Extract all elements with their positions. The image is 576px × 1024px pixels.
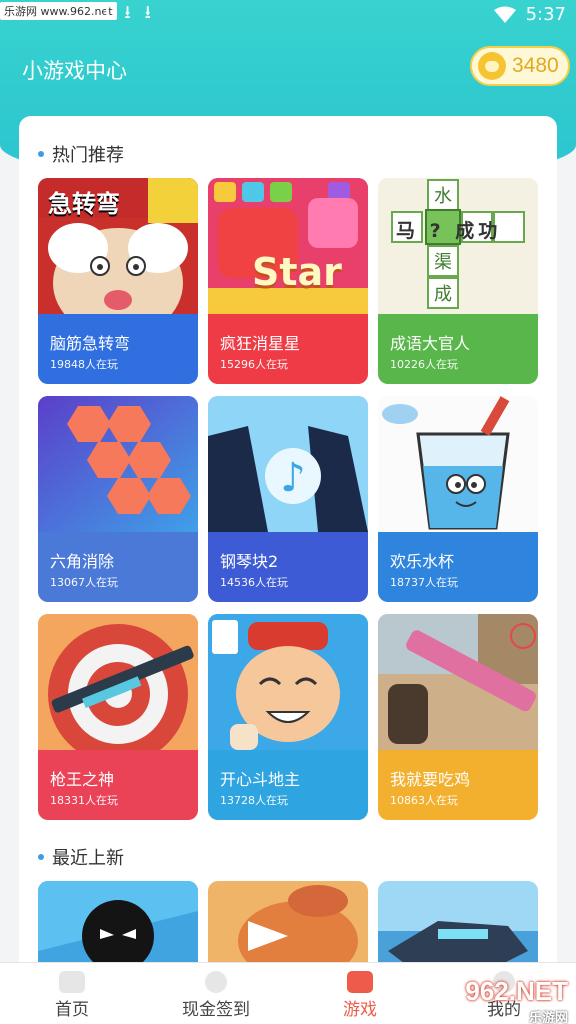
game-tile-recent[interactable]	[38, 881, 198, 971]
site-watermark: 962.NET 乐游网	[465, 976, 568, 1024]
game-art-stickman	[38, 881, 198, 971]
svg-text:♪: ♪	[280, 455, 306, 501]
section-recent-title: 最近上新	[52, 848, 124, 869]
game-tile-landlord[interactable]: 开心斗地主 13728人在玩	[208, 614, 368, 820]
nav-games[interactable]: 游戏	[288, 963, 432, 1024]
game-info: 开心斗地主 13728人在玩	[208, 750, 368, 820]
game-info: 脑筋急转弯 19848人在玩	[38, 314, 198, 384]
bullet-dot	[38, 151, 44, 157]
game-art-chicken-dinner	[378, 614, 538, 750]
game-art-brain-teaser: 急转弯	[38, 178, 198, 314]
game-info: 钢琴块2 14536人在玩	[208, 532, 368, 602]
coin-bag-icon	[478, 52, 506, 80]
game-info: 疯狂消星星 15296人在玩	[208, 314, 368, 384]
game-tile-water-cup[interactable]: 欢乐水杯 18737人在玩	[378, 396, 538, 602]
game-art-crazy-stars: Star	[208, 178, 368, 314]
game-tile-piano[interactable]: ♪ 钢琴块2 14536人在玩	[208, 396, 368, 602]
game-tile-recent[interactable]	[208, 881, 368, 971]
download-icon: ⭳	[104, 2, 111, 23]
site-watermark: 乐游网 www.962.net	[0, 2, 117, 20]
svg-text:水: 水	[434, 186, 452, 207]
section-hot: 热门推荐	[38, 141, 124, 167]
game-art-racing	[378, 881, 538, 971]
game-info: 成语大官人 10226人在玩	[378, 314, 538, 384]
game-art-piano: ♪	[208, 396, 368, 532]
svg-text:渠: 渠	[434, 252, 452, 273]
coin-value: 3480	[512, 54, 559, 77]
gamepad-icon	[347, 971, 373, 993]
wifi-icon	[493, 6, 516, 23]
bullet-dot	[38, 854, 44, 860]
clock: 5:37	[525, 4, 566, 25]
game-info: 枪王之神 18331人在玩	[38, 750, 198, 820]
nav-cash-signin[interactable]: 现金签到	[144, 963, 288, 1024]
game-tile-hexagon[interactable]: 六角消除 13067人在玩	[38, 396, 198, 602]
cash-signin-icon	[205, 971, 227, 993]
game-art-water-cup	[378, 396, 538, 532]
game-art-landlord	[208, 614, 368, 750]
download-icon: ⭳	[144, 2, 151, 23]
game-info: 我就要吃鸡 10863人在玩	[378, 750, 538, 820]
game-tile-chicken-dinner[interactable]: 我就要吃鸡 10863人在玩	[378, 614, 538, 820]
game-tile-gun-king[interactable]: 枪王之神 18331人在玩	[38, 614, 198, 820]
game-art-dinosaur	[208, 881, 368, 971]
game-info: 欢乐水杯 18737人在玩	[378, 532, 538, 602]
game-art-gun-king	[38, 614, 198, 750]
section-recent: 最近上新	[38, 844, 124, 870]
game-tile-brain-teaser[interactable]: 急转弯 脑筋急转弯 19848人在玩	[38, 178, 198, 384]
status-bar: 乐游网 www.962.net ⭳ ⭳ ⭳ 5:37	[0, 0, 576, 30]
coin-balance[interactable]: 3480	[470, 46, 570, 86]
game-tile-recent[interactable]	[378, 881, 538, 971]
game-art-idiom: 水 渠 成 马 ? 成功	[378, 178, 538, 314]
game-info: 六角消除 13067人在玩	[38, 532, 198, 602]
nav-home[interactable]: 首页	[0, 963, 144, 1024]
section-hot-title: 热门推荐	[52, 145, 124, 166]
game-art-hexagon	[38, 396, 198, 532]
home-icon	[59, 971, 85, 993]
page-title: 小游戏中心	[22, 59, 127, 83]
game-tile-crazy-stars[interactable]: Star 疯狂消星星 15296人在玩	[208, 178, 368, 384]
game-tile-idiom[interactable]: 水 渠 成 马 ? 成功 成语大官人 10226人在玩	[378, 178, 538, 384]
svg-text:成: 成	[434, 284, 452, 305]
download-icon: ⭳	[124, 2, 131, 23]
